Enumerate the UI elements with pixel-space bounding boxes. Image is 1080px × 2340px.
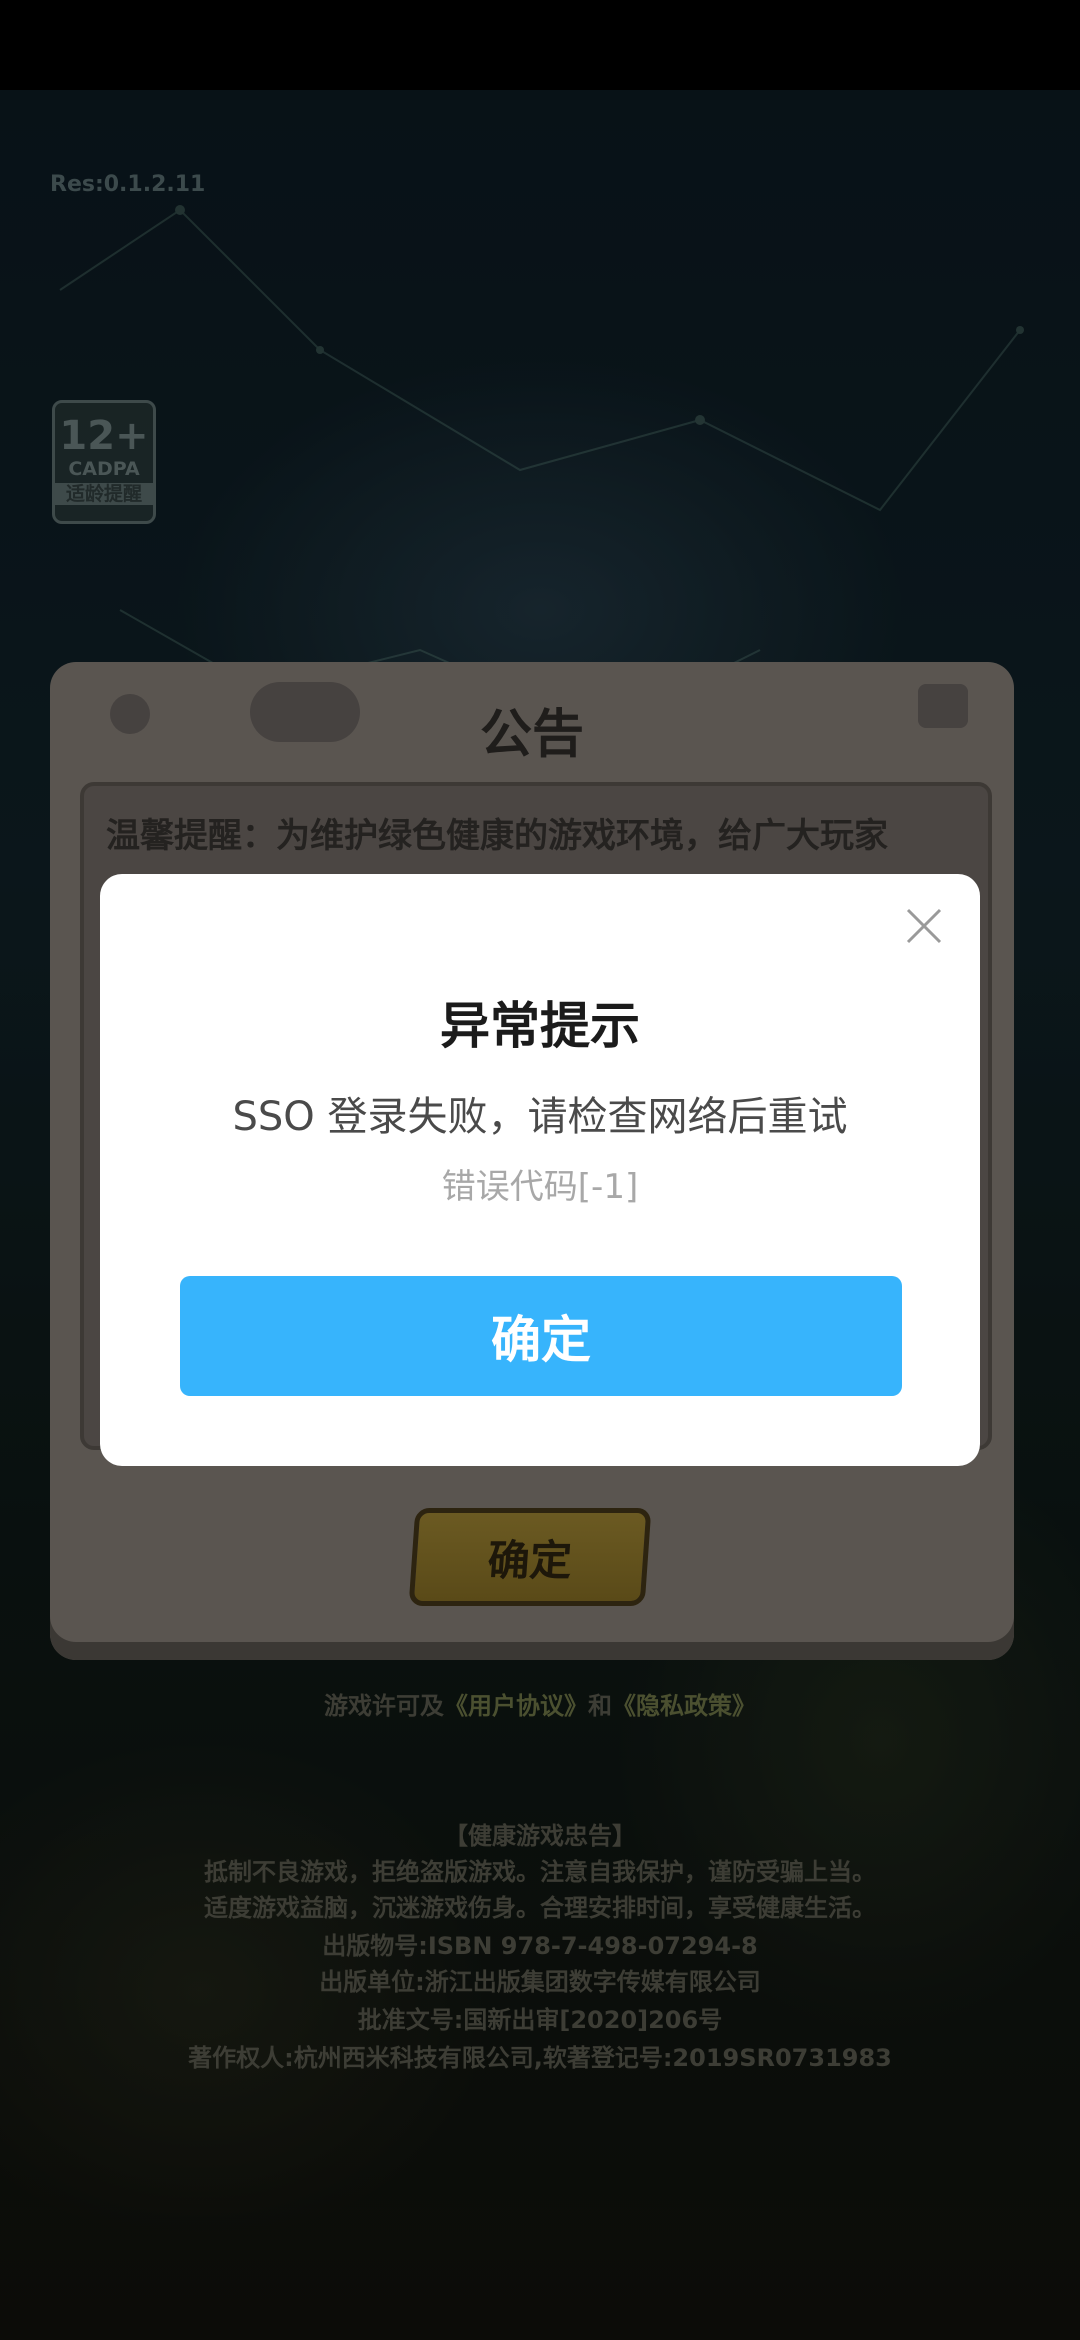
approval-text: 批准文号:国新出审[2020]206号: [357, 2006, 723, 2034]
screen: Res:0.1.2.11 12+ CADPA 适龄提醒 公告 温馨提醒：为维护绿…: [0, 0, 1080, 2340]
publisher-text: 出版单位:浙江出版集团数字传媒有限公司: [319, 1968, 761, 1996]
license-and: 和: [588, 1692, 612, 1720]
confirm-button[interactable]: 确定: [180, 1276, 902, 1396]
isbn-text: 出版物号:ISBN 978-7-498-07294-8: [322, 1932, 758, 1960]
res-version-text: Res:0.1.2.11: [50, 172, 206, 197]
error-dialog: 异常提示 SSO 登录失败，请检查网络后重试 错误代码[-1] 确定: [100, 874, 980, 1466]
notice-title: 公告: [479, 705, 584, 765]
health-title: 【健康游戏忠告】: [444, 1822, 636, 1850]
close-icon[interactable]: [900, 902, 948, 950]
copyright-text: 著作权人:杭州西米科技有限公司,软著登记号:2019SR0731983: [188, 2044, 892, 2072]
license-prefix: 游戏许可及: [324, 1692, 444, 1720]
dialog-message: SSO 登录失败，请检查网络后重试: [232, 1094, 848, 1140]
status-bar: [0, 0, 1080, 90]
user-agreement-link[interactable]: 《用户协议》: [444, 1692, 588, 1720]
age-rating-badge: 12+ CADPA 适龄提醒: [52, 400, 156, 524]
dialog-title: 异常提示: [440, 997, 640, 1055]
health-line-1: 抵制不良游戏，拒绝盗版游戏。注意自我保护，谨防受骗上当。: [204, 1858, 876, 1886]
age-rating-tip: 适龄提醒: [55, 483, 153, 505]
license-line: 游戏许可及《用户协议》和《隐私政策》: [0, 1686, 1080, 1721]
age-rating-org: CADPA: [68, 458, 140, 480]
notice-text: 温馨提醒：为维护绿色健康的游戏环境，给广大玩家: [106, 816, 888, 856]
health-line-2: 适度游戏益脑，沉迷游戏伤身。合理安排时间，享受健康生活。: [204, 1894, 876, 1922]
privacy-policy-link[interactable]: 《隐私政策》: [612, 1692, 756, 1720]
notice-confirm-button[interactable]: 确定: [408, 1508, 652, 1606]
age-rating: 12+: [59, 413, 149, 459]
error-code: 错误代码[-1]: [441, 1167, 639, 1207]
